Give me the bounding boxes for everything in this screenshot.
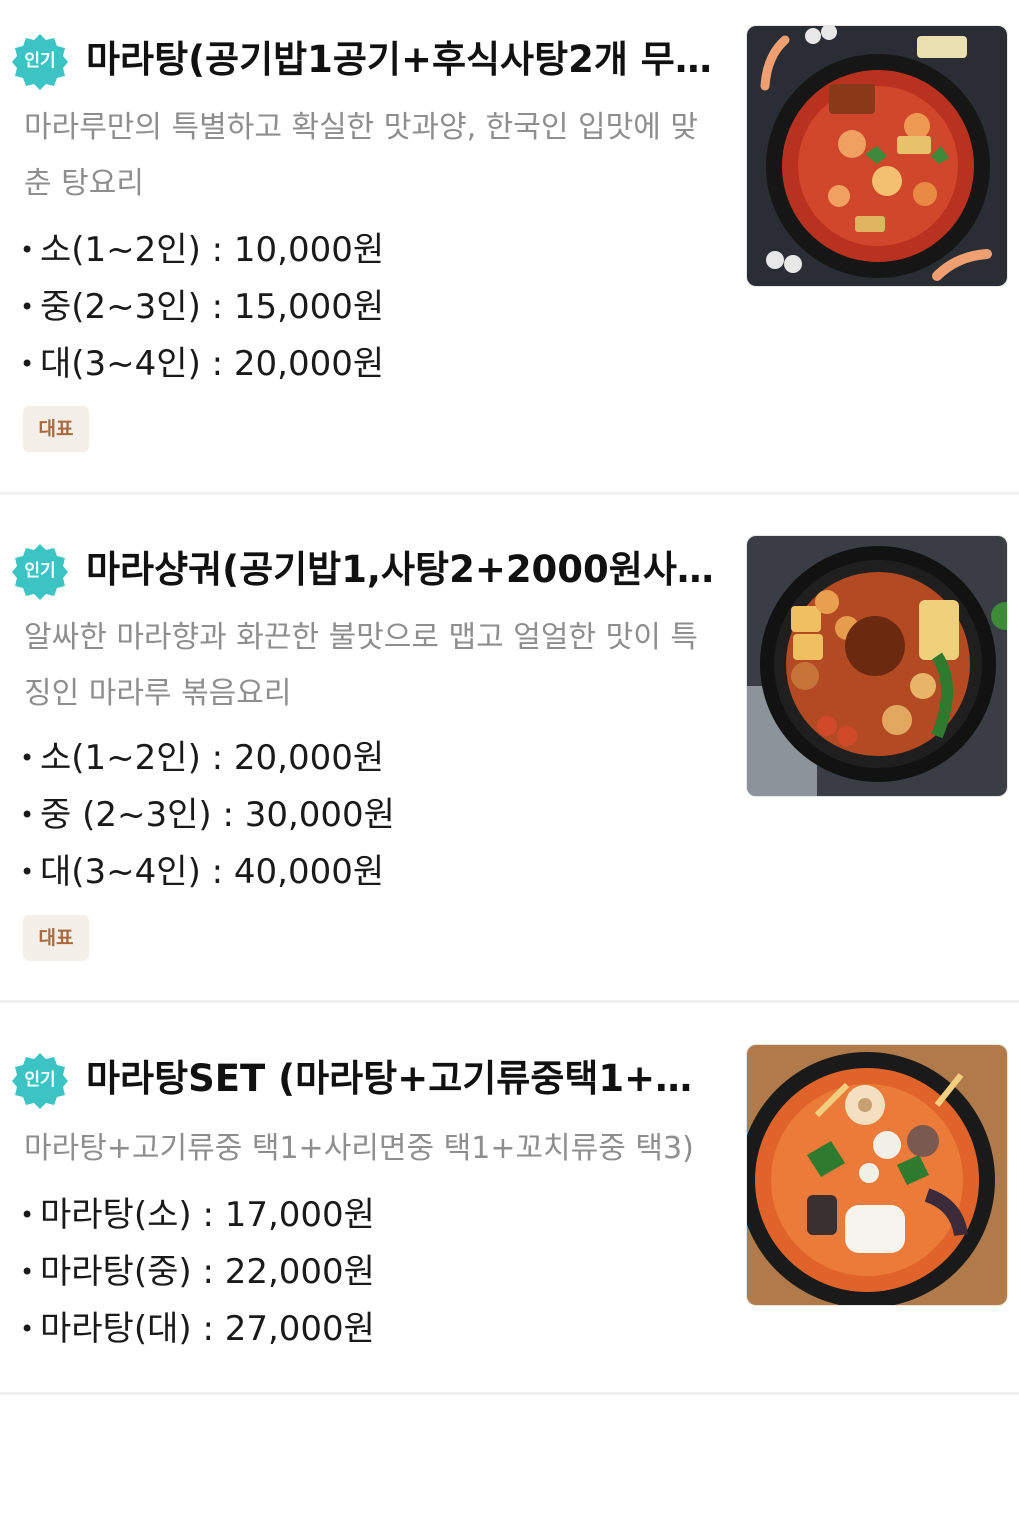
menu-title[interactable]: 마라탕(공기밥1공기+후식사탕2개 무료) xyxy=(86,30,714,90)
popular-badge: 인기 xyxy=(10,32,70,92)
section-divider xyxy=(0,1392,1019,1395)
price-list: • 소(1~2인) : 20,000원 • 중 (2~3인) : 30,000원 •… xyxy=(20,730,720,901)
price-option: • 마라탕(소) : 17,000원 xyxy=(20,1195,375,1235)
food-photo[interactable] xyxy=(746,535,1008,797)
section-divider xyxy=(0,1000,1019,1003)
price-option: • 마라탕(중) : 22,000원 xyxy=(20,1252,375,1292)
food-photo-icon xyxy=(747,1045,1007,1305)
section-divider xyxy=(0,492,1019,495)
representative-tag: 대표 xyxy=(23,406,89,452)
representative-tag: 대표 xyxy=(23,915,89,961)
price-option: • 대(3~4인) : 20,000원 xyxy=(20,344,385,384)
price-option: • 소(1~2인) : 10,000원 xyxy=(20,230,385,270)
popular-badge-label: 인기 xyxy=(24,561,56,581)
popular-badge: 인기 xyxy=(10,1051,70,1111)
price-list: • 소(1~2인) : 10,000원 • 중(2~3인) : 15,000원 • 대… xyxy=(20,222,720,393)
food-photo[interactable] xyxy=(746,1044,1008,1306)
price-option: • 대(3~4인) : 40,000원 xyxy=(20,852,385,892)
menu-description: 마라루만의 특별하고 확실한 맛과양, 한국인 입맛에 맞춘 탕요리 xyxy=(24,110,698,201)
menu-title[interactable]: 마라탕SET (마라탕+고기류중택1+꼬치류중택3) xyxy=(86,1049,714,1109)
menu-item-maratang[interactable]: 인기 마라탕(공기밥1공기+후식사탕2개 무료) 마라루만의 특별하고 확실한 … xyxy=(0,0,1019,510)
menu-title[interactable]: 마라샹궈(공기밥1,사탕2+2000원사리 무료) xyxy=(86,540,714,600)
menu-description: 알싸한 마라향과 화끈한 불맛으로 맵고 얼얼한 맛이 특징인 마라루 볶음요리 xyxy=(24,620,698,711)
popular-badge-label: 인기 xyxy=(24,51,56,71)
popular-badge-label: 인기 xyxy=(24,1070,56,1090)
price-option: • 마라탕(대) : 27,000원 xyxy=(20,1309,375,1349)
price-option: • 중(2~3인) : 15,000원 xyxy=(20,287,385,327)
food-photo-icon xyxy=(747,26,1007,286)
price-option: • 소(1~2인) : 20,000원 xyxy=(20,738,385,778)
menu-description: 마라탕+고기류중 택1+사리면중 택1+꼬치류중 택3) xyxy=(24,1131,694,1166)
price-list: • 마라탕(소) : 17,000원 • 마라탕(중) : 22,000원 • 마라탕… xyxy=(20,1187,720,1358)
menu-item-maraxiangguo[interactable]: 인기 마라샹궈(공기밥1,사탕2+2000원사리 무료) 알싸한 마라향과 화끈… xyxy=(0,510,1019,1020)
price-option: • 중 (2~3인) : 30,000원 xyxy=(20,795,395,835)
food-photo[interactable] xyxy=(746,25,1008,287)
menu-item-maratang-set[interactable]: 인기 마라탕SET (마라탕+고기류중택1+꼬치류중택3) 마라탕+고기류중 택… xyxy=(0,1019,1019,1529)
food-photo-icon xyxy=(747,536,1007,796)
popular-badge: 인기 xyxy=(10,542,70,602)
